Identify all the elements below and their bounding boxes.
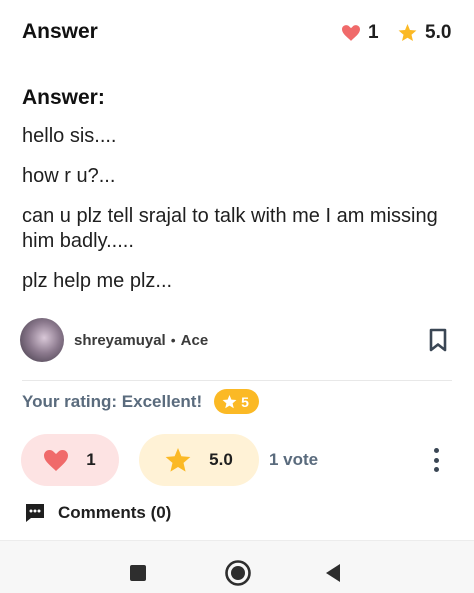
more-dot: [433, 448, 439, 453]
star-icon: [222, 394, 237, 408]
like-button[interactable]: 1: [21, 434, 119, 486]
more-dot: [433, 457, 439, 463]
answer-body: hello sis.... how r u?... can u plz tell…: [22, 124, 452, 309]
header-rating: 5.0: [398, 22, 451, 44]
avatar[interactable]: [20, 318, 64, 362]
comments-label: Comments (0): [58, 503, 172, 522]
answer-label: Answer:: [22, 86, 105, 109]
nav-recents-icon[interactable]: [130, 565, 146, 581]
more-vertical-icon[interactable]: [427, 446, 445, 474]
answer-line: plz help me plz...: [22, 270, 173, 292]
heart-icon: [44, 449, 69, 471]
answer-line: how r u?...: [22, 165, 116, 187]
nav-back-icon[interactable]: [324, 562, 342, 584]
more-dot: [433, 467, 439, 472]
author-name[interactable]: shreyamuyal: [74, 332, 166, 349]
vote-count: 1 vote: [269, 450, 319, 469]
header-rating-value: 5.0: [425, 22, 452, 43]
like-count: 1: [86, 450, 96, 469]
your-rating-badge: 5: [214, 389, 259, 414]
your-rating-label: Your rating: Excellent!: [22, 391, 203, 411]
star-icon: [398, 24, 417, 42]
comment-icon: [26, 504, 44, 522]
header-likes: 1: [342, 22, 379, 44]
header-title: Answer: [22, 20, 98, 43]
author-rank: Ace: [180, 331, 209, 349]
heart-icon: [342, 25, 360, 41]
bookmark-icon[interactable]: [424, 325, 452, 355]
answer-line: can u plz tell srajal to talk with me I …: [22, 205, 438, 252]
answer-header: Answer 1 5.0: [0, 0, 474, 64]
your-rating-value: 5: [241, 393, 249, 410]
divider: [22, 380, 452, 381]
rating-value: 5.0: [209, 450, 233, 469]
answer-line: hello sis....: [22, 125, 117, 147]
system-nav-bar: [0, 540, 474, 593]
author-row: shreyamuyal • Ace: [20, 317, 454, 363]
rate-button[interactable]: 5.0: [139, 434, 259, 486]
nav-home-icon[interactable]: [224, 559, 252, 587]
star-icon: [165, 447, 191, 472]
header-likes-count: 1: [368, 22, 379, 43]
comments-toggle[interactable]: Comments (0): [24, 502, 171, 524]
author-separator: •: [170, 332, 176, 348]
your-rating: Your rating: Excellent! 5: [22, 389, 259, 414]
